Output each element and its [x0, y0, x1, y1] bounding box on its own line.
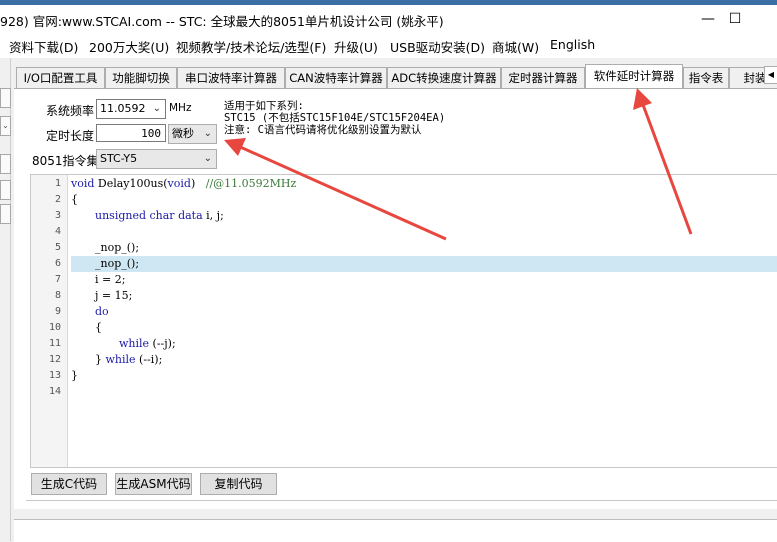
line-number: 13 [48, 370, 61, 381]
tab-adc-speed[interactable]: ADC转换速度计算器 [387, 67, 501, 88]
left-panel-edge: ⌄ [0, 58, 11, 541]
series-info-title: 适用于如下系列: [224, 100, 304, 112]
tool-tab-bar: I/O口配置工具 功能脚切换 串口波特率计算器 CAN波特率计算器 ADC转换速… [14, 64, 777, 88]
generate-c-code-button[interactable]: 生成C代码 [31, 473, 107, 495]
code-editor[interactable]: 1 2 3 4 5 6 7 8 9 10 11 12 13 14 void De… [30, 174, 777, 468]
code-line-6: _nop_(); [95, 257, 140, 270]
window-title: 928) 官网:www.STCAI.com -- STC: 全球最大的8051单… [0, 14, 444, 29]
tab-instruction-table[interactable]: 指令表 [683, 67, 729, 88]
line-number: 7 [54, 274, 61, 285]
isa-select[interactable]: STC-Y5 ⌄ [96, 149, 217, 169]
delay-unit-select[interactable]: 微秒 ⌄ [168, 124, 217, 144]
line-number: 8 [54, 290, 61, 301]
code-line-3: unsigned char data i, j; [95, 209, 224, 222]
menu-mall[interactable]: 商城(W) [492, 37, 539, 56]
chevron-down-icon: ⌄ [203, 153, 212, 164]
output-area [14, 519, 777, 542]
menu-download[interactable]: 资料下载(D) [9, 37, 78, 56]
line-number: 11 [48, 338, 61, 349]
tab-scroll-left-icon[interactable]: ◀ [764, 66, 777, 84]
menu-video[interactable]: 视频教学/技术论坛/选型(F) [176, 37, 326, 56]
maximize-button[interactable]: ☐ [712, 5, 758, 33]
menu-award[interactable]: 200万大奖(U) [89, 37, 169, 56]
line-number: 5 [54, 242, 61, 253]
code-line-5: _nop_(); [95, 241, 140, 254]
tab-pin-switch[interactable]: 功能脚切换 [105, 67, 177, 88]
line-number: 14 [48, 386, 61, 397]
line-number: 1 [54, 178, 61, 189]
line-number-gutter: 1 2 3 4 5 6 7 8 9 10 11 12 13 14 [31, 175, 68, 467]
title-bar: 928) 官网:www.STCAI.com -- STC: 全球最大的8051单… [0, 5, 777, 33]
copy-code-button[interactable]: 复制代码 [200, 473, 277, 495]
line-number: 12 [48, 354, 61, 365]
gutter-control[interactable] [0, 180, 11, 200]
gutter-control[interactable] [0, 204, 11, 224]
delay-length-input[interactable]: 100 [96, 124, 166, 142]
generate-asm-code-button[interactable]: 生成ASM代码 [115, 473, 192, 495]
delay-unit-value: 微秒 [172, 127, 194, 140]
menu-english[interactable]: English [550, 37, 595, 52]
gutter-control[interactable] [0, 154, 11, 174]
code-line-2: { [71, 193, 78, 206]
code-line-10: { [95, 321, 102, 334]
chevron-down-icon: ⌄ [152, 103, 161, 114]
menu-usb-driver[interactable]: USB驱动安装(D) [390, 37, 485, 56]
panel-divider [26, 500, 777, 501]
chevron-down-icon: ⌄ [203, 128, 212, 139]
tab-io-config[interactable]: I/O口配置工具 [16, 67, 105, 88]
code-line-9: do [95, 305, 109, 318]
line-number: 9 [54, 306, 61, 317]
code-line-1: void Delay100us(void) //@11.0592MHz [71, 177, 297, 190]
series-info-models: STC15 (不包括STC15F104E/STC15F204EA) [224, 112, 446, 124]
freq-select[interactable]: 11.0592 ⌄ [96, 99, 166, 119]
menu-upgrade[interactable]: 升级(U) [334, 37, 378, 56]
code-line-8: j = 15; [95, 289, 133, 302]
current-line-highlight [71, 256, 777, 272]
freq-label: 系统频率 [46, 104, 95, 118]
code-line-13: } [71, 369, 78, 382]
line-number: 2 [54, 194, 61, 205]
delay-length-label: 定时长度 [46, 129, 95, 143]
code-line-7: i = 2; [95, 273, 126, 286]
line-number: 4 [54, 226, 61, 237]
tab-can-baud[interactable]: CAN波特率计算器 [285, 67, 387, 88]
tab-timer-calc[interactable]: 定时器计算器 [501, 67, 585, 88]
isa-label: 8051指令集 [32, 154, 99, 168]
tab-software-delay[interactable]: 软件延时计算器 [585, 64, 683, 88]
series-info-note: 注意: C语言代码请将优化级别设置为默认 [224, 124, 422, 136]
freq-value: 11.0592 [100, 102, 146, 115]
line-number: 6 [54, 258, 61, 269]
chevron-down-icon[interactable]: ⌄ [0, 116, 11, 136]
isa-value: STC-Y5 [100, 152, 138, 165]
code-line-11: while (--j); [119, 337, 176, 350]
line-number: 3 [54, 210, 61, 221]
menu-bar: 资料下载(D) 200万大奖(U) 视频教学/技术论坛/选型(F) 升级(U) … [0, 33, 777, 58]
tab-uart-baud[interactable]: 串口波特率计算器 [177, 67, 285, 88]
code-line-12: } while (--i); [95, 353, 163, 366]
line-number: 10 [48, 322, 61, 333]
gutter-control[interactable] [0, 88, 11, 108]
freq-unit: MHz [169, 102, 192, 114]
